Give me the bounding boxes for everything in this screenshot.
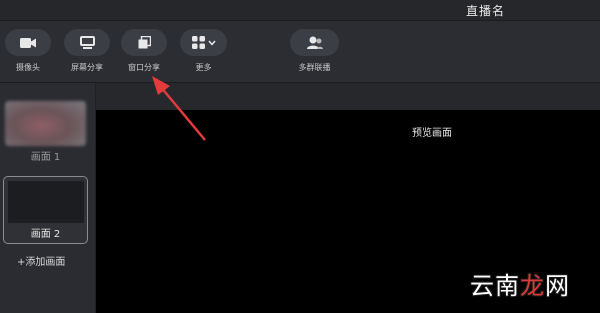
- scene-card-2[interactable]: 画面 2: [3, 176, 88, 244]
- scene-card-1[interactable]: 画面 1: [3, 98, 88, 166]
- monitor-icon: [79, 36, 95, 49]
- more-label: 更多: [195, 63, 212, 72]
- watermark-logo: 云南龙网: [470, 272, 570, 300]
- preview-header: [96, 83, 600, 110]
- scene-label-1: 画面 1: [30, 152, 61, 163]
- window-share-icon: [138, 36, 151, 49]
- camera-button[interactable]: 摄像头: [5, 29, 51, 73]
- toolbar: 摄像头 屏幕分享 窗口分享 更多 多群联播: [0, 21, 600, 83]
- multi-group-broadcast-button[interactable]: 多群联播: [290, 29, 339, 73]
- camera-icon: [20, 37, 36, 49]
- window-share-label: 窗口分享: [128, 63, 160, 72]
- grid-icon: [191, 36, 205, 49]
- camera-label: 摄像头: [16, 63, 40, 72]
- more-button[interactable]: 更多: [180, 29, 227, 73]
- window-share-button[interactable]: 窗口分享: [121, 29, 167, 73]
- scene-thumbnail-1: [5, 101, 86, 146]
- title-bar: 直播名: [0, 0, 600, 21]
- preview-label: 预览画面: [412, 128, 452, 139]
- screen-share-label: 屏幕分享: [71, 63, 103, 72]
- scene-sidebar: 画面 1 画面 2 +添加画面: [0, 83, 96, 313]
- scene-label-2: 画面 2: [30, 229, 61, 240]
- live-title: 直播名: [466, 4, 506, 18]
- screen-share-button[interactable]: 屏幕分享: [64, 29, 110, 73]
- scene-thumbnail-2: [8, 181, 84, 223]
- multi-user-icon: [306, 36, 323, 49]
- chevron-down-icon: [207, 40, 216, 46]
- add-scene-button[interactable]: +添加画面: [17, 253, 65, 268]
- multi-group-broadcast-label: 多群联播: [298, 63, 331, 72]
